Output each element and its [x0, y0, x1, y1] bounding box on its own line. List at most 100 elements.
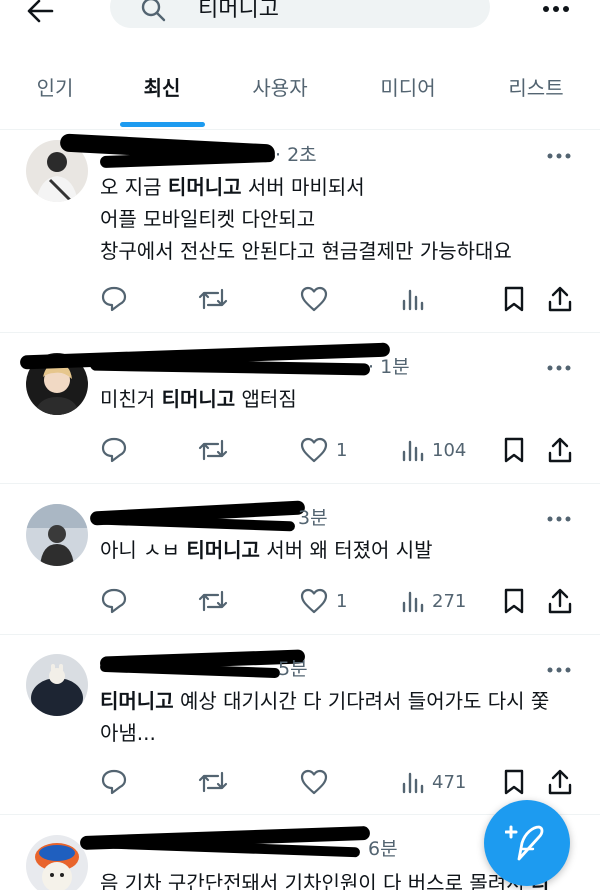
- redacted-handle: [89, 358, 371, 376]
- more-horizontal-icon: [547, 667, 571, 673]
- views-count: 104: [432, 439, 467, 461]
- reply-button[interactable]: [100, 435, 128, 465]
- views-button[interactable]: 271: [402, 586, 466, 616]
- views-count: 471: [432, 771, 467, 793]
- tweet-actions: 1 271: [0, 586, 600, 616]
- active-tab-indicator: [120, 122, 205, 127]
- tweet-more-button[interactable]: [543, 357, 575, 379]
- bookmark-button[interactable]: [503, 435, 525, 465]
- retweet-icon: [198, 590, 228, 612]
- tweet-text: 미친거 티머니고 앱터짐: [100, 387, 297, 411]
- bookmark-button[interactable]: [503, 284, 525, 314]
- search-input[interactable]: 티머니고: [110, 0, 490, 28]
- bookmark-button[interactable]: [503, 586, 525, 616]
- retweet-button[interactable]: [198, 435, 228, 465]
- retweet-icon: [198, 771, 228, 793]
- back-button[interactable]: [22, 0, 58, 28]
- tab-lists[interactable]: 리스트: [505, 74, 567, 102]
- tweet-timestamp: 6분: [368, 838, 398, 860]
- tweet[interactable]: 3분 아니 ㅅㅂ 티머니고 서버 왜 터졌어 시발 1 271: [0, 484, 600, 635]
- heart-icon: [300, 437, 328, 463]
- tweet-more-button[interactable]: [543, 508, 575, 530]
- tweet[interactable]: · 1분 미친거 티머니고 앱터짐 1 104: [0, 333, 600, 484]
- views-count: 271: [432, 590, 467, 612]
- heart-icon: [300, 588, 328, 614]
- views-icon: [402, 591, 424, 613]
- share-icon: [548, 769, 572, 795]
- tweet[interactable]: · 2초 오 지금 티머니고 서버 마비되서 어플 모바일티켓 다안되고 창구에…: [0, 131, 600, 333]
- more-options-button[interactable]: [540, 0, 572, 24]
- tweet-actions: 1 104: [0, 435, 600, 465]
- reply-button[interactable]: [100, 284, 128, 314]
- bookmark-icon: [504, 286, 524, 312]
- share-icon: [548, 588, 572, 614]
- reply-icon: [101, 286, 127, 312]
- avatar[interactable]: [26, 835, 88, 890]
- top-bar: 티머니고: [0, 0, 600, 40]
- reply-button[interactable]: [100, 767, 128, 797]
- views-icon: [402, 772, 424, 794]
- tweet-timestamp: · 2초: [275, 144, 317, 166]
- tweet-timestamp: · 1분: [368, 356, 410, 378]
- bookmark-icon: [504, 437, 524, 463]
- tweet-timestamp: 5분: [278, 658, 308, 680]
- tweet-actions: [0, 284, 600, 314]
- search-tabs: 인기 최신 사용자 미디어 리스트: [0, 56, 600, 130]
- tweet-text: 티머니고 예상 대기시간 다 기다려서 들어가도 다시 쫓 아냄...: [100, 689, 550, 745]
- views-button[interactable]: [402, 284, 432, 314]
- avatar[interactable]: [26, 504, 88, 566]
- bookmark-icon: [504, 769, 524, 795]
- tweet-more-button[interactable]: [543, 145, 575, 167]
- tweet-text: 아니 ㅅㅂ 티머니고 서버 왜 터졌어 시발: [100, 538, 433, 562]
- compose-feather-icon: [505, 825, 544, 861]
- views-button[interactable]: 471: [402, 767, 466, 797]
- retweet-button[interactable]: [198, 767, 228, 797]
- retweet-button[interactable]: [198, 284, 228, 314]
- more-horizontal-icon: [547, 365, 571, 371]
- retweet-button[interactable]: [198, 586, 228, 616]
- tab-popular[interactable]: 인기: [34, 74, 76, 102]
- reply-icon: [101, 588, 127, 614]
- tweet-actions: 471: [0, 767, 600, 797]
- bookmark-button[interactable]: [503, 767, 525, 797]
- like-button[interactable]: 1: [300, 435, 347, 465]
- views-icon: [402, 440, 424, 462]
- more-horizontal-icon: [547, 153, 571, 159]
- tweet-more-button[interactable]: [543, 659, 575, 681]
- share-button[interactable]: [548, 284, 572, 314]
- like-button[interactable]: 1: [300, 586, 347, 616]
- share-button[interactable]: [548, 435, 572, 465]
- like-button[interactable]: [300, 767, 336, 797]
- avatar[interactable]: [26, 654, 88, 716]
- like-count: 1: [336, 439, 348, 461]
- like-count: 1: [336, 590, 348, 612]
- search-query: 티머니고: [198, 0, 279, 22]
- share-icon: [548, 286, 572, 312]
- reply-button[interactable]: [100, 586, 128, 616]
- tweet-text: 오 지금 티머니고 서버 마비되서 어플 모바일티켓 다안되고 창구에서 전산도…: [100, 175, 512, 263]
- share-icon: [548, 437, 572, 463]
- bookmark-icon: [504, 588, 524, 614]
- retweet-icon: [198, 288, 228, 310]
- heart-icon: [300, 769, 328, 795]
- share-button[interactable]: [548, 586, 572, 616]
- more-horizontal-icon: [543, 6, 569, 12]
- views-button[interactable]: 104: [402, 435, 466, 465]
- tweet[interactable]: 5분 티머니고 예상 대기시간 다 기다려서 들어가도 다시 쫓 아냄... 4…: [0, 635, 600, 815]
- reply-icon: [101, 437, 127, 463]
- search-icon: [141, 0, 166, 22]
- retweet-icon: [198, 439, 228, 461]
- tab-media[interactable]: 미디어: [377, 74, 439, 102]
- redacted-handle: [99, 514, 296, 532]
- tab-latest[interactable]: 최신: [141, 74, 183, 102]
- like-button[interactable]: [300, 284, 336, 314]
- arrow-left-icon: [27, 0, 54, 23]
- reply-icon: [101, 769, 127, 795]
- views-icon: [402, 289, 424, 311]
- heart-icon: [300, 286, 328, 312]
- more-horizontal-icon: [547, 516, 571, 522]
- share-button[interactable]: [548, 767, 572, 797]
- tab-users[interactable]: 사용자: [249, 74, 311, 102]
- tweet-timestamp: 3분: [298, 507, 328, 529]
- compose-button[interactable]: [484, 800, 570, 886]
